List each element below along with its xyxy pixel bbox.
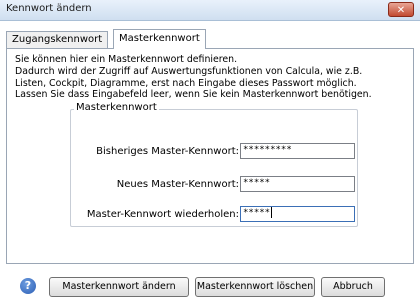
info-line: Listen, Cockpit, Diagramme, erst nach Ei… bbox=[15, 77, 357, 89]
info-line: Lassen Sie dass Eingabefeld leer, wenn S… bbox=[15, 89, 372, 101]
info-text: Sie können hier ein Masterkennwort defin… bbox=[15, 54, 410, 101]
new-password-value: ***** bbox=[243, 178, 271, 188]
cancel-button[interactable]: Abbruch bbox=[321, 277, 385, 297]
tab-masterkennwort[interactable]: Masterkennwort bbox=[113, 29, 206, 49]
button-bar: ? Masterkennwort ändern Masterkennwort l… bbox=[0, 266, 420, 302]
old-password-value: ********* bbox=[243, 145, 292, 155]
repeat-password-field[interactable]: ***** bbox=[240, 206, 355, 222]
close-button[interactable]: ✕ bbox=[388, 2, 414, 17]
help-icon[interactable]: ? bbox=[20, 278, 36, 294]
repeat-password-label: Master-Kennwort wiederholen: bbox=[86, 209, 239, 220]
close-icon: ✕ bbox=[396, 5, 406, 16]
old-password-field[interactable]: ********* bbox=[240, 143, 355, 159]
window-title: Kennwort ändern bbox=[6, 3, 92, 14]
change-master-password-button[interactable]: Masterkennwort ändern bbox=[49, 277, 189, 297]
new-password-field[interactable]: ***** bbox=[240, 176, 355, 192]
delete-master-password-button[interactable]: Masterkennwort löschen bbox=[195, 277, 315, 297]
repeat-password-value: ***** bbox=[243, 208, 271, 218]
info-line: Dadurch wird der Zugriff auf Auswertungs… bbox=[15, 65, 363, 77]
old-password-label: Bisheriges Master-Kennwort: bbox=[96, 146, 239, 157]
info-line: Sie können hier ein Masterkennwort defin… bbox=[15, 54, 238, 65]
group-legend: Masterkennwort bbox=[74, 102, 159, 113]
new-password-label: Neues Master-Kennwort: bbox=[116, 179, 239, 190]
title-bar: Kennwort ändern ✕ bbox=[0, 0, 420, 21]
tab-zugangskennwort[interactable]: Zugangskennwort bbox=[6, 31, 109, 48]
text-caret bbox=[271, 207, 273, 218]
dialog-window: Kennwort ändern ✕ Zugangskennwort Master… bbox=[0, 0, 420, 302]
